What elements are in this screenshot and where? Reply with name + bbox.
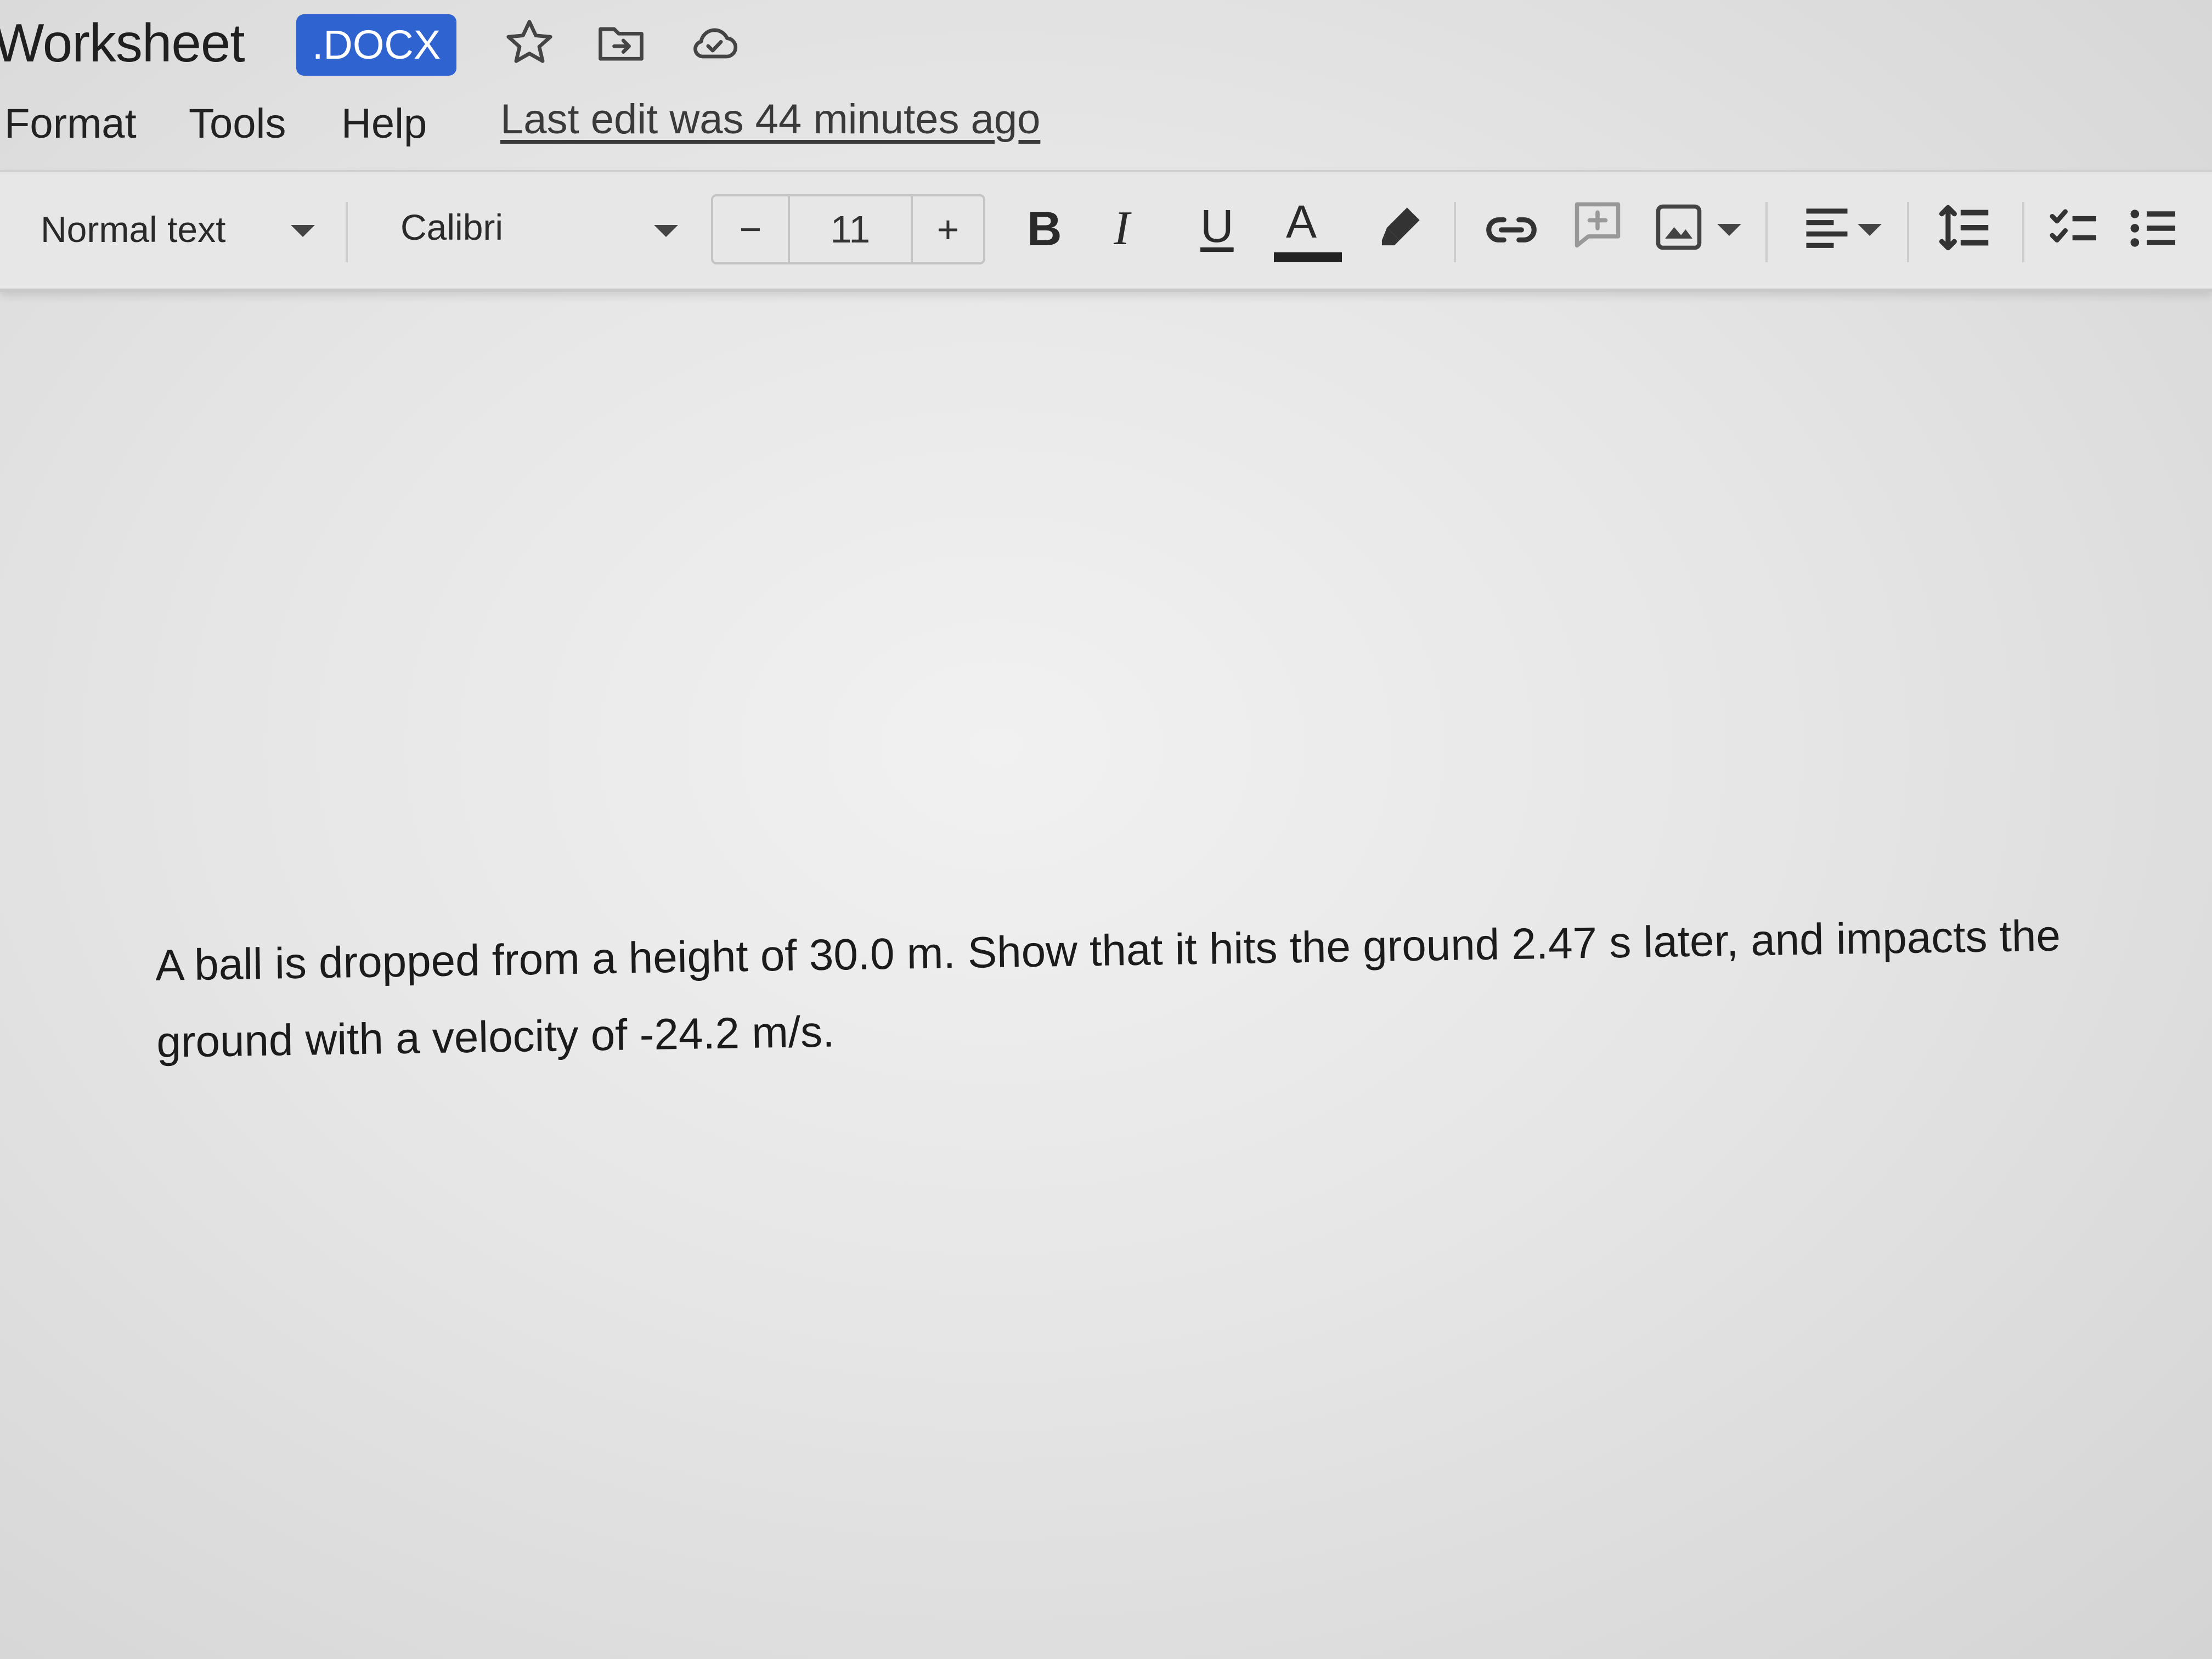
line-spacing-icon[interactable] <box>1936 198 1996 258</box>
link-icon[interactable] <box>1481 200 1542 260</box>
italic-button[interactable]: I <box>1114 201 1130 256</box>
star-icon[interactable] <box>502 15 557 70</box>
text-color-button[interactable]: A <box>1286 195 1317 249</box>
align-dropdown-icon[interactable] <box>1858 224 1882 236</box>
bold-button[interactable]: B <box>1027 201 1062 257</box>
docx-format-badge: .DOCX <box>296 14 456 76</box>
menu-format[interactable]: Format <box>4 100 137 148</box>
toolbar-divider <box>2022 202 2024 262</box>
highlighter-icon[interactable] <box>1369 198 1430 258</box>
decrease-font-size-button[interactable]: − <box>713 196 788 262</box>
text-color-swatch <box>1274 252 1342 262</box>
insert-image-icon[interactable] <box>1651 200 1706 255</box>
align-icon[interactable] <box>1799 200 1854 255</box>
increase-font-size-button[interactable]: + <box>913 196 983 262</box>
underline-button[interactable]: U <box>1200 200 1234 253</box>
checklist-icon[interactable] <box>2046 200 2103 257</box>
menu-bar <box>0 93 2212 170</box>
font-size-input[interactable]: 11 <box>790 196 911 262</box>
menu-tools[interactable]: Tools <box>189 100 286 148</box>
toolbar-divider <box>1765 202 1768 262</box>
document-page[interactable]: A ball is dropped from a height of 30.0 … <box>155 896 2110 1081</box>
last-edit-link[interactable]: Last edit was 44 minutes ago <box>500 95 1040 143</box>
insert-image-dropdown-icon[interactable] <box>1717 224 1741 236</box>
move-to-folder-icon[interactable] <box>594 15 648 70</box>
toolbar-divider <box>1454 202 1456 262</box>
add-comment-icon[interactable] <box>1570 198 1625 252</box>
document-title[interactable]: Worksheet <box>0 12 245 74</box>
formatting-toolbar: Normal text Calibri − 11 + B I U A <box>0 170 2212 292</box>
cloud-status-icon[interactable] <box>687 15 742 70</box>
bulleted-list-icon[interactable] <box>2125 200 2182 257</box>
font-size-stepper: − 11 + <box>711 194 985 264</box>
menu-help[interactable]: Help <box>341 100 427 148</box>
font-select[interactable]: Calibri <box>400 206 503 248</box>
paragraph-style-dropdown-icon[interactable] <box>291 225 315 237</box>
toolbar-divider <box>1907 202 1909 262</box>
title-bar: Worksheet .DOCX <box>0 0 2212 93</box>
paragraph-style-select[interactable]: Normal text <box>41 208 225 250</box>
font-dropdown-icon[interactable] <box>654 225 678 237</box>
toolbar-divider <box>346 202 348 262</box>
